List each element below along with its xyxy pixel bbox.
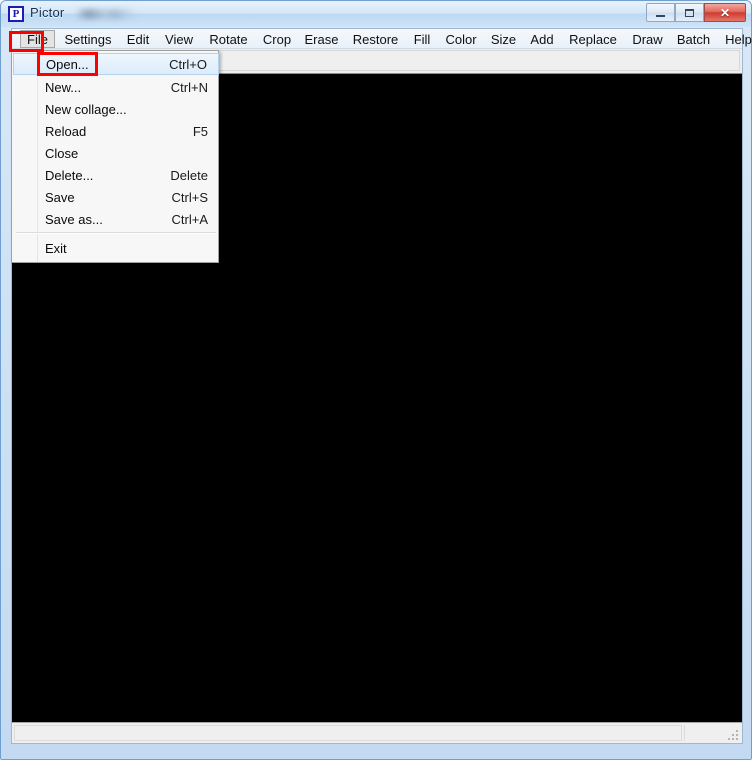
menu-file[interactable]: File	[20, 30, 55, 48]
menu-item-open[interactable]: Open... Ctrl+O	[13, 53, 219, 75]
menu-draw[interactable]: Draw	[625, 30, 670, 48]
menu-label: Help	[725, 31, 752, 47]
menu-label: Erase	[304, 31, 339, 47]
menu-edit[interactable]: Edit	[119, 30, 157, 48]
status-text-left	[14, 725, 682, 741]
menu-restore[interactable]: Restore	[345, 30, 406, 48]
menu-item-shortcut: Ctrl+O	[169, 56, 207, 72]
menu-item-shortcut: Ctrl+A	[171, 211, 208, 227]
menu-crop[interactable]: Crop	[256, 30, 298, 48]
menu-item-shortcut: Delete	[170, 167, 208, 183]
menu-item-close[interactable]: Close	[13, 142, 219, 164]
menu-item-shortcut: F5	[192, 123, 208, 139]
menu-view[interactable]: View	[157, 30, 201, 48]
menu-label: Fill	[413, 31, 431, 47]
menu-item-reload[interactable]: Reload F5	[13, 120, 219, 142]
menu-item-save[interactable]: Save Ctrl+S	[13, 186, 219, 208]
menu-item-label: Close	[45, 145, 79, 161]
menu-label: Edit	[126, 31, 150, 47]
menu-size[interactable]: Size	[484, 30, 523, 48]
menu-batch[interactable]: Batch	[670, 30, 717, 48]
menu-item-shortcut: Ctrl+N	[170, 79, 208, 95]
dropdown-separator	[16, 232, 216, 234]
menu-item-label: Open...	[46, 56, 89, 72]
maximize-icon	[685, 8, 694, 17]
menu-label: File	[27, 31, 48, 47]
menu-fill[interactable]: Fill	[406, 30, 438, 48]
status-bar	[12, 722, 742, 743]
menu-erase[interactable]: Erase	[298, 30, 345, 48]
menu-item-label: Save as...	[45, 211, 103, 227]
menu-label: Color	[445, 31, 477, 47]
menu-bar: File Settings Edit View Rotate Crop Erase Resto…	[12, 29, 752, 49]
menu-color[interactable]: Color	[438, 30, 484, 48]
minimize-button[interactable]	[646, 3, 675, 22]
close-icon: ✕	[719, 5, 731, 20]
menu-label: Crop	[262, 31, 292, 47]
menu-label: Settings	[64, 31, 112, 47]
title-bar[interactable]: P Pictor ✕	[1, 1, 751, 27]
menu-item-label: Reload	[45, 123, 87, 139]
menu-item-shortcut: Ctrl+S	[171, 189, 208, 205]
menu-item-delete[interactable]: Delete... Delete	[13, 164, 219, 186]
menu-label: Replace	[569, 31, 617, 47]
menu-item-save-as[interactable]: Save as... Ctrl+A	[13, 208, 219, 230]
menu-item-label: Save	[45, 189, 75, 205]
menu-item-new[interactable]: New... Ctrl+N	[13, 76, 219, 98]
menu-item-label: Exit	[45, 240, 67, 256]
menu-help[interactable]: Help	[717, 30, 752, 48]
menu-item-label: New collage...	[45, 101, 127, 117]
application-icon: P	[8, 6, 24, 22]
menu-label: View	[165, 31, 193, 47]
maximize-button[interactable]	[675, 3, 704, 22]
menu-add[interactable]: Add	[523, 30, 561, 48]
menu-label: Restore	[352, 31, 399, 47]
resize-grip-icon[interactable]	[727, 729, 740, 742]
menu-item-exit[interactable]: Exit	[13, 237, 219, 259]
menu-settings[interactable]: Settings	[57, 30, 119, 48]
menu-label: Size	[490, 31, 517, 47]
application-icon-letter: P	[12, 7, 20, 20]
menu-item-label: Delete...	[45, 167, 94, 183]
menu-rotate[interactable]: Rotate	[201, 30, 256, 48]
file-dropdown-menu: Open... Ctrl+O New... Ctrl+N New collage... R…	[11, 50, 219, 263]
window-title: Pictor	[30, 5, 65, 20]
close-button[interactable]: ✕	[704, 3, 746, 22]
application-window: P Pictor ✕ File Settings Edit View Rotate Cro…	[0, 0, 752, 760]
menu-label: Batch	[676, 31, 711, 47]
menu-item-new-collage[interactable]: New collage...	[13, 98, 219, 120]
menu-label: Rotate	[209, 31, 248, 47]
minimize-icon	[656, 14, 665, 17]
menu-label: Add	[530, 31, 554, 47]
menu-item-label: New...	[45, 79, 82, 95]
redacted-title-suffix	[76, 9, 138, 19]
menu-label: Draw	[632, 31, 663, 47]
menu-replace[interactable]: Replace	[561, 30, 625, 48]
